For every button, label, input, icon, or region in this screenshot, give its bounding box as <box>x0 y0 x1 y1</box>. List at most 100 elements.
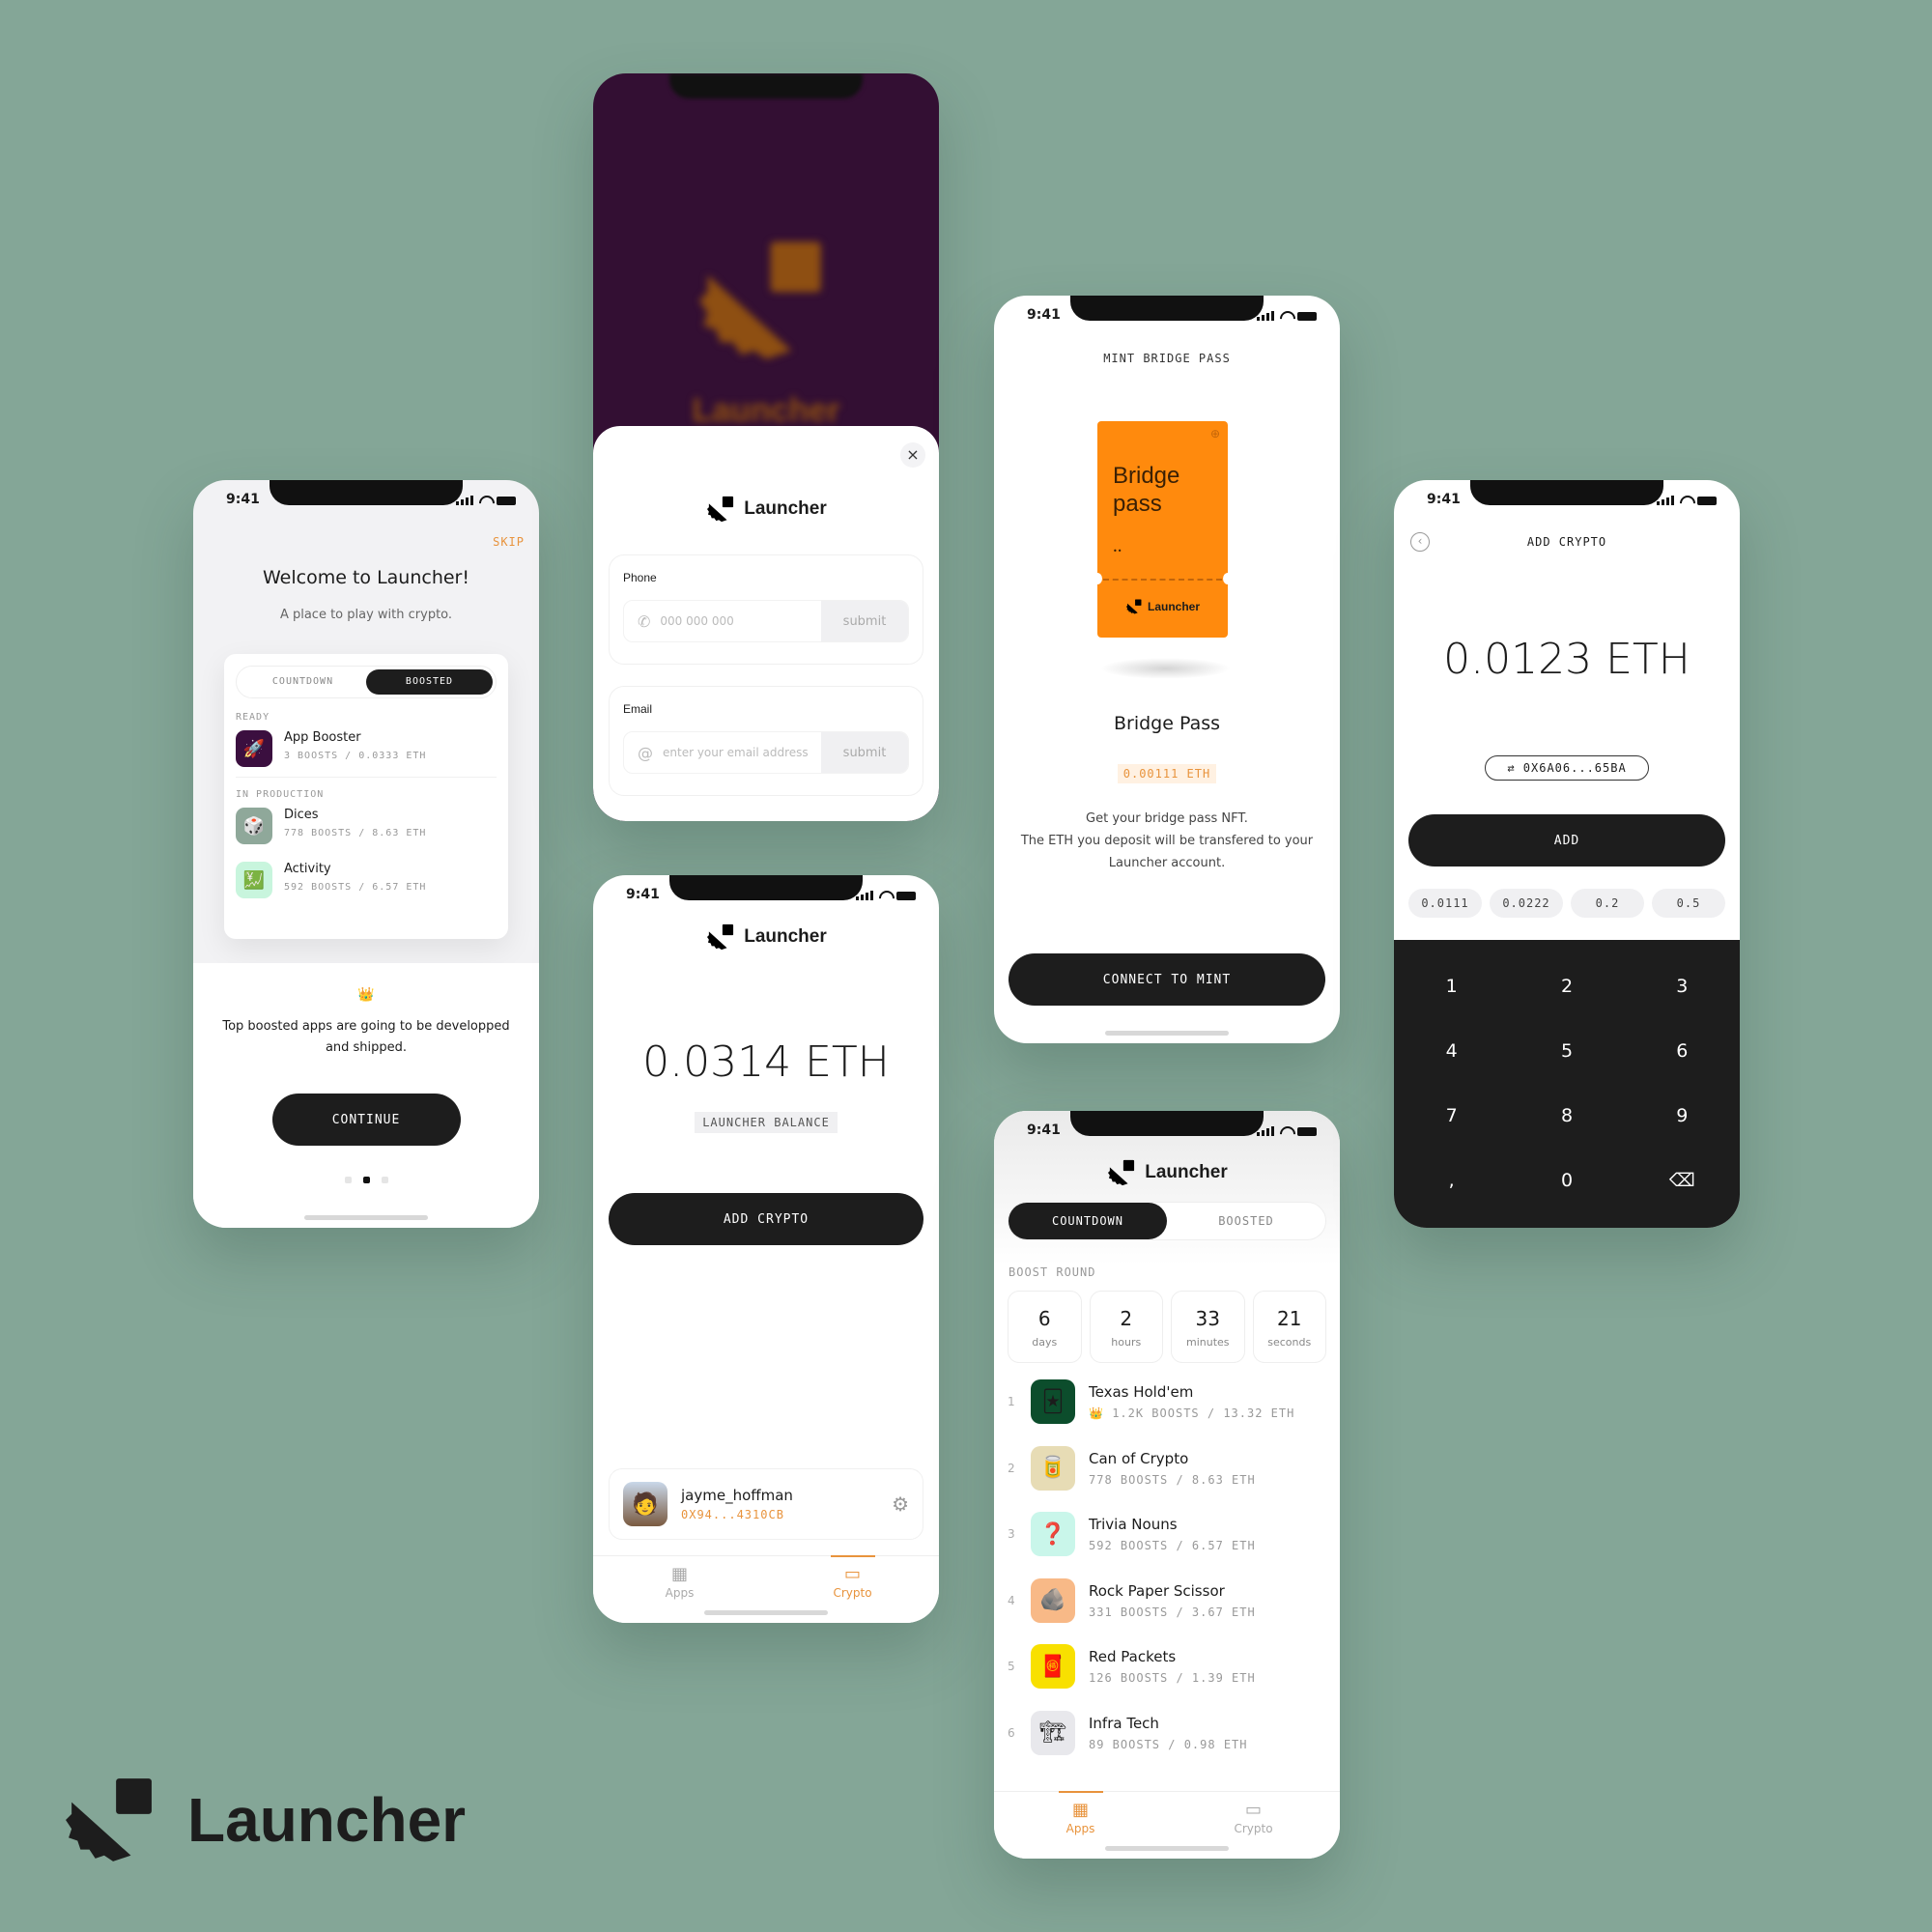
table-row[interactable]: 5 🧧 Red Packets 126 BOOSTS / 1.39 ETH <box>994 1634 1340 1700</box>
page-dot[interactable] <box>381 1177 388 1183</box>
mint-description: Get your bridge pass NFT. The ETH you dep… <box>1013 808 1321 874</box>
list-item[interactable]: 🎲 Dices 778 BOOSTS / 8.63 ETH <box>236 808 497 844</box>
add-crypto-screen: 9:41 ‹ ADD CRYPTO 0.0123 ETH ⇄ 0X6A06...… <box>1394 480 1740 1228</box>
backspace-key[interactable]: ⌫ <box>1625 1148 1740 1212</box>
email-input[interactable]: @ enter your email address <box>624 732 821 773</box>
preset-chip[interactable]: 0.5 <box>1652 889 1725 918</box>
tab-label: Apps <box>665 1586 695 1600</box>
address-text: 0X6A06...65BA <box>1522 761 1627 775</box>
key-2[interactable]: 2 <box>1509 953 1624 1018</box>
key-6[interactable]: 6 <box>1625 1018 1740 1083</box>
decimal-key[interactable]: , <box>1394 1148 1509 1212</box>
key-3[interactable]: 3 <box>1625 953 1740 1018</box>
leaderboard-screen: 9:41 Launcher COUNTDOWN BOOSTED BOOST RO… <box>994 1111 1340 1859</box>
preset-chip[interactable]: 0.0222 <box>1490 889 1563 918</box>
key-5[interactable]: 5 <box>1509 1018 1624 1083</box>
production-label: IN PRODUCTION <box>236 789 325 800</box>
add-crypto-button[interactable]: ADD CRYPTO <box>609 1193 923 1245</box>
launcher-logo-icon <box>66 1778 152 1861</box>
launcher-logo-icon <box>707 496 734 523</box>
skip-button[interactable]: SKIP <box>493 535 525 549</box>
rank: 3 <box>1008 1527 1015 1542</box>
phone-icon: ✆ <box>638 611 651 631</box>
balance-label: LAUNCHER BALANCE <box>695 1112 838 1133</box>
card-brand-text: Launcher <box>1147 600 1200 613</box>
app-meta: 778 BOOSTS / 8.63 ETH <box>1089 1472 1256 1487</box>
preset-chip[interactable]: 0.0111 <box>1408 889 1482 918</box>
app-meta: 592 BOOSTS / 6.57 ETH <box>284 882 427 893</box>
key-0[interactable]: 0 <box>1509 1148 1624 1212</box>
table-row[interactable]: 4 🪨 Rock Paper Scissor 331 BOOSTS / 3.67… <box>994 1568 1340 1634</box>
card-dots: •• <box>1113 547 1122 555</box>
tab-countdown[interactable]: COUNTDOWN <box>240 669 366 695</box>
phone-submit-button[interactable]: submit <box>821 601 908 641</box>
login-modal: × Launcher Phone ✆ 000 000 000 submit Ema… <box>593 426 939 821</box>
key-9[interactable]: 9 <box>1625 1083 1740 1148</box>
battery-icon <box>497 496 516 505</box>
home-indicator <box>1105 1846 1229 1851</box>
key-8[interactable]: 8 <box>1509 1083 1624 1148</box>
address-chip[interactable]: ⇄ 0X6A06...65BA <box>1485 755 1649 781</box>
app-name: Red Packets <box>1089 1648 1177 1666</box>
rank: 4 <box>1008 1593 1015 1607</box>
continue-button[interactable]: CONTINUE <box>271 1094 461 1146</box>
countdown-value: 6 <box>1037 1307 1051 1330</box>
app-meta: 89 BOOSTS / 0.98 ETH <box>1089 1737 1248 1751</box>
page-dot[interactable] <box>344 1177 352 1183</box>
segment-control: COUNTDOWN BOOSTED <box>1008 1202 1326 1240</box>
table-row[interactable]: 1 🃏 Texas Hold'em 👑 1.2K BOOSTS / 13.32 … <box>994 1369 1340 1435</box>
segment-control: COUNTDOWN BOOSTED <box>236 666 497 698</box>
preset-amounts: 0.0111 0.0222 0.2 0.5 <box>1408 889 1725 918</box>
launcher-logo-icon <box>1125 599 1142 614</box>
battery-icon <box>1297 1126 1317 1136</box>
countdown-unit: days <box>1032 1336 1058 1349</box>
status-time: 9:41 <box>226 492 260 507</box>
email-submit-button[interactable]: submit <box>821 732 908 773</box>
list-item[interactable]: 🚀 App Booster 3 BOOSTS / 0.0333 ETH <box>236 730 497 778</box>
countdown-seconds: 21 seconds <box>1252 1291 1326 1363</box>
onboarding-description: Top boosted apps are going to be develop… <box>222 1019 510 1055</box>
logo-text: Launcher <box>1145 1162 1228 1182</box>
tab-boosted[interactable]: BOOSTED <box>1167 1203 1325 1239</box>
app-meta: 592 BOOSTS / 6.57 ETH <box>1089 1539 1256 1553</box>
table-row[interactable]: 3 ❓ Trivia Nouns 592 BOOSTS / 6.57 ETH <box>994 1501 1340 1568</box>
rank: 1 <box>1008 1395 1015 1409</box>
key-7[interactable]: 7 <box>1394 1083 1509 1148</box>
list-item[interactable]: 💹 Activity 592 BOOSTS / 6.57 ETH <box>236 862 497 898</box>
gear-icon[interactable]: ⚙ <box>892 1492 909 1516</box>
footer-wordmark: Launcher <box>187 1785 467 1855</box>
close-button[interactable]: × <box>900 442 925 468</box>
key-4[interactable]: 4 <box>1394 1018 1509 1083</box>
countdown-value: 2 <box>1120 1307 1133 1330</box>
app-icon: 🏗 <box>1031 1710 1075 1755</box>
desc-line: The ETH you deposit will be transfered t… <box>1020 834 1314 870</box>
page-dot-active[interactable] <box>362 1177 370 1183</box>
rank: 5 <box>1008 1660 1015 1674</box>
add-button[interactable]: ADD <box>1408 814 1725 867</box>
logo-text: Launcher <box>744 498 827 519</box>
connect-to-mint-button[interactable]: CONNECT TO MINT <box>1009 953 1325 1006</box>
phone-input[interactable]: ✆ 000 000 000 <box>624 601 821 641</box>
username: jayme_hoffman <box>681 1487 793 1504</box>
tab-countdown[interactable]: COUNTDOWN <box>1009 1203 1167 1239</box>
status-time: 9:41 <box>1027 307 1061 323</box>
battery-icon <box>896 891 916 900</box>
preset-chip[interactable]: 0.2 <box>1571 889 1644 918</box>
number-keypad: 1 2 3 4 5 6 7 8 9, 0 ⌫ <box>1394 940 1740 1228</box>
tab-boosted[interactable]: BOOSTED <box>366 669 493 695</box>
wallet-icon: ▭ <box>843 1564 861 1584</box>
table-row[interactable]: 6 🏗 Infra Tech 89 BOOSTS / 0.98 ETH <box>994 1700 1340 1767</box>
rank: 6 <box>1008 1725 1015 1740</box>
table-row[interactable]: 2 🥫 Can of Crypto 778 BOOSTS / 8.63 ETH <box>994 1435 1340 1502</box>
phone-form: Phone ✆ 000 000 000 submit <box>609 554 923 665</box>
app-list: 1 🃏 Texas Hold'em 👑 1.2K BOOSTS / 13.32 … <box>994 1369 1340 1766</box>
key-1[interactable]: 1 <box>1394 953 1509 1018</box>
app-name: Dices <box>284 808 319 822</box>
app-name: Infra Tech <box>1089 1714 1159 1732</box>
account-card[interactable]: 🧑 jayme_hoffman 0X94...4310CB ⚙ <box>609 1468 923 1540</box>
launcher-logo-icon <box>707 923 734 951</box>
bottom-sheet: 👑 Top boosted apps are going to be devel… <box>193 963 539 1228</box>
tab-label: Crypto <box>833 1586 872 1600</box>
notch <box>270 480 463 505</box>
battery-icon <box>1297 311 1317 321</box>
